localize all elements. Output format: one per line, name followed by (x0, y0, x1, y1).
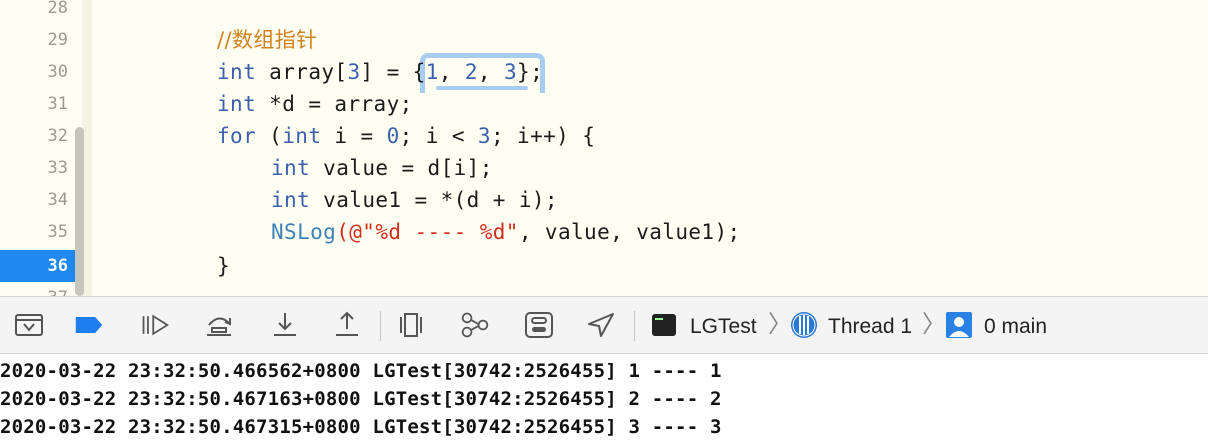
line-number: 29 (47, 30, 68, 50)
source-editor[interactable]: 28 29 30 31 32 33 34 35 36 37 //数组指针 int… (0, 0, 1208, 296)
breakpoints-toggle-icon[interactable] (74, 311, 104, 339)
editor-scrollbar[interactable] (75, 127, 84, 296)
code-line-30: int array[3] = {1, 2, 3}; (217, 56, 543, 88)
console-line: 2020-03-22 23:32:50.466562+0800 LGTest[3… (0, 360, 722, 382)
number-literal: 3 (504, 60, 518, 84)
line-number-gutter[interactable]: 28 29 30 31 32 33 34 35 36 37 (0, 0, 90, 296)
code-text: , value, value1); (518, 220, 741, 244)
line-number: 35 (47, 222, 68, 242)
number-literal: 0 (386, 124, 400, 148)
number-literal: 2 (464, 60, 478, 84)
memory-graph-icon[interactable] (460, 311, 490, 339)
code-text: , (438, 60, 465, 84)
code-text: ; i < (399, 124, 478, 148)
line-number: 33 (47, 158, 68, 178)
line-number: 34 (47, 190, 68, 210)
terminal-app-icon (650, 311, 678, 339)
keyword: int (217, 60, 257, 84)
step-over-icon[interactable] (204, 311, 234, 339)
view-hierarchy-icon[interactable] (396, 311, 426, 339)
code-text: value1 = *(d + i); (310, 188, 558, 212)
code-text: ( (336, 220, 350, 244)
code-text: }; (517, 60, 544, 84)
keyword: int (282, 124, 322, 148)
line-number: 30 (47, 62, 68, 82)
simulate-location-icon[interactable] (586, 311, 616, 339)
code-text: ( (256, 124, 283, 148)
number-literal: 3 (477, 124, 491, 148)
user-frame-icon (944, 311, 974, 339)
code-line-31: int *d = array; (217, 88, 413, 120)
environment-overrides-icon[interactable] (524, 311, 554, 339)
line-number: 37 (0, 282, 68, 296)
line-number: 31 (47, 94, 68, 114)
breadcrumb-frame[interactable]: 0 main (984, 313, 1047, 341)
code-text: *d = array; (256, 92, 413, 116)
code-text: ] = { (360, 60, 426, 84)
comment: //数组指针 (217, 28, 318, 52)
line-number: 32 (47, 126, 68, 146)
code-line-34: int value1 = *(d + i); (271, 184, 558, 216)
code-text: ; i++) { (490, 124, 596, 148)
line-number-active: 36 (47, 256, 68, 276)
breadcrumb-target[interactable]: LGTest (690, 313, 757, 341)
keyword: int (217, 92, 257, 116)
code-text: array[ (256, 60, 348, 84)
debug-console[interactable]: 2020-03-22 23:32:50.466562+0800 LGTest[3… (0, 354, 1208, 442)
debug-toolbar: LGTest 〉 Thread 1 〉 0 main (0, 296, 1208, 354)
keyword: int (271, 156, 311, 180)
code-text: i = (321, 124, 387, 148)
code-text: value = d[i]; (310, 156, 493, 180)
step-into-icon[interactable] (270, 311, 300, 339)
keyword: for (217, 124, 257, 148)
function-name: NSLog (271, 220, 337, 244)
thread-icon (788, 311, 820, 339)
breadcrumb-thread[interactable]: Thread 1 (828, 313, 912, 341)
console-line: 2020-03-22 23:32:50.467315+0800 LGTest[3… (0, 416, 722, 438)
code-text: , (477, 60, 504, 84)
code-line-29: //数组指针 (217, 24, 318, 56)
number-literal: 1 (425, 60, 439, 84)
step-out-icon[interactable] (332, 311, 362, 339)
toolbar-separator (380, 311, 381, 341)
number-literal: 3 (347, 60, 361, 84)
string-literal: @"%d ---- %d" (349, 220, 519, 244)
toolbar-separator (634, 311, 635, 341)
keyword: int (271, 188, 311, 212)
code-line-33: int value = d[i]; (271, 152, 493, 184)
console-line: 2020-03-22 23:32:50.467163+0800 LGTest[3… (0, 388, 722, 410)
code-line-32: for (int i = 0; i < 3; i++) { (217, 120, 595, 152)
code-text: } (217, 254, 231, 278)
code-line-36: } (217, 250, 230, 282)
hide-debug-area-icon[interactable] (14, 311, 44, 339)
continue-icon[interactable] (140, 311, 170, 339)
line-number: 28 (47, 0, 68, 18)
code-line-35: NSLog(@"%d ---- %d", value, value1); (271, 216, 741, 248)
chevron-right-icon: 〉 (922, 311, 946, 338)
